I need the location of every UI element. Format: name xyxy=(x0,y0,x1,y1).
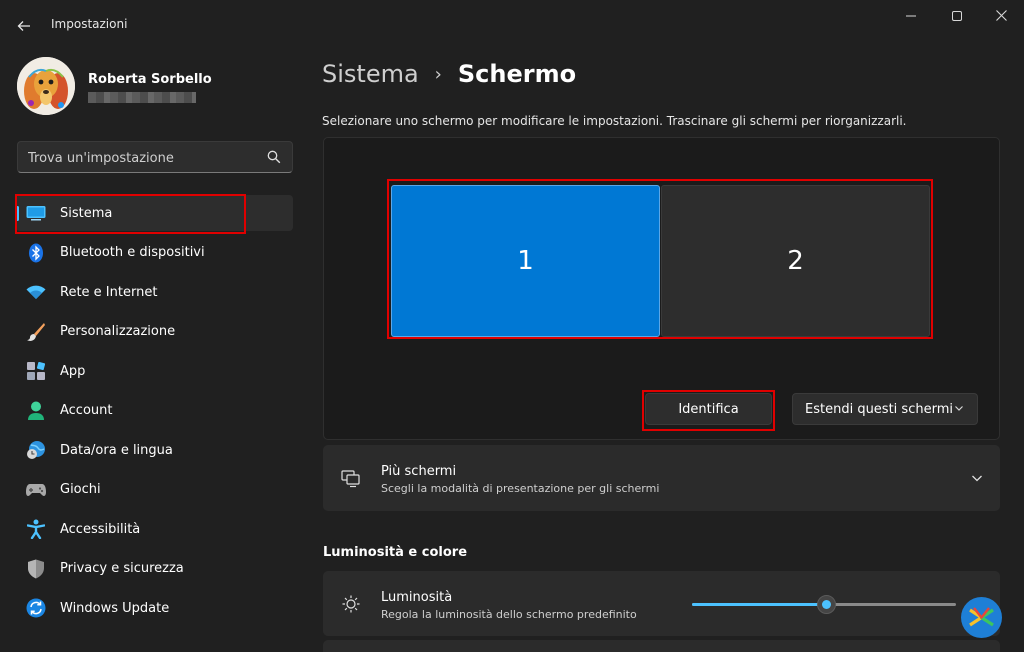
brightness-slider-thumb[interactable] xyxy=(817,595,836,614)
multi-display-subtitle: Scegli la modalità di presentazione per … xyxy=(381,482,660,495)
bluetooth-icon xyxy=(26,243,46,263)
sidebar-item-giochi[interactable]: Giochi xyxy=(16,472,293,508)
sidebar-item-personalizzazione[interactable]: Personalizzazione xyxy=(16,314,293,350)
sidebar-item-account[interactable]: Account xyxy=(16,393,293,429)
page-title: Schermo xyxy=(457,60,577,88)
display-mode-dropdown[interactable]: Estendi questi schermi xyxy=(792,393,978,425)
brightness-subtitle: Regola la luminosità dello schermo prede… xyxy=(381,608,637,621)
chevron-down-icon[interactable] xyxy=(970,471,984,485)
gamepad-icon xyxy=(26,480,46,500)
brightness-slider-fill xyxy=(692,603,827,606)
back-button[interactable] xyxy=(10,12,38,40)
sidebar-item-label: Personalizzazione xyxy=(60,324,176,339)
sidebar-item-label: Accessibilità xyxy=(60,521,141,537)
sidebar-item-label: App xyxy=(60,363,86,379)
shield-icon xyxy=(26,559,46,579)
sun-icon xyxy=(342,595,360,613)
sidebar-item-label: Windows Update xyxy=(60,600,170,616)
apps-icon xyxy=(26,361,46,381)
breadcrumb-separator: › xyxy=(434,63,442,85)
sidebar-nav: Sistema Bluetooth e dispositivi Rete e I… xyxy=(16,195,293,630)
display-mode-value: Estendi questi schermi xyxy=(805,401,953,417)
watermark-logo xyxy=(961,597,1002,638)
profile-email-redacted xyxy=(88,92,196,103)
monitor-2[interactable]: 2 xyxy=(661,185,930,337)
multiple-displays-icon xyxy=(341,470,360,488)
section-title-brightness-color: Luminosità e colore xyxy=(323,545,468,560)
sidebar-item-windows-update[interactable]: Windows Update xyxy=(16,590,293,626)
sidebar-item-label: Data/ora e lingua xyxy=(60,442,173,458)
logo-mark-icon xyxy=(969,607,994,627)
multi-display-card[interactable]: Più schermi Scegli la modalità di presen… xyxy=(323,445,1000,511)
sidebar-item-data-ora[interactable]: Data/ora e lingua xyxy=(16,432,293,468)
sidebar-item-bluetooth[interactable]: Bluetooth e dispositivi xyxy=(16,235,293,271)
next-setting-card xyxy=(323,640,1000,652)
brightness-slider[interactable] xyxy=(692,595,956,614)
sidebar-item-label: Privacy e sicurezza xyxy=(60,561,184,576)
maximize-button[interactable] xyxy=(937,6,977,30)
avatar-dog-icon xyxy=(17,57,75,115)
globe-clock-icon xyxy=(26,440,46,460)
monitor-1[interactable]: 1 xyxy=(391,185,660,337)
arrow-left-icon xyxy=(17,21,30,31)
sidebar-item-sistema[interactable]: Sistema xyxy=(16,195,293,231)
app-title: Impostazioni xyxy=(51,17,128,31)
sidebar-item-label: Giochi xyxy=(60,482,101,497)
sidebar-item-label: Sistema xyxy=(60,205,113,221)
sidebar-item-label: Rete e Internet xyxy=(60,284,158,300)
display-instruction: Selezionare uno schermo per modificare l… xyxy=(322,114,907,128)
avatar[interactable] xyxy=(17,57,75,115)
system-icon xyxy=(26,203,46,223)
breadcrumb-parent[interactable]: Sistema xyxy=(322,60,419,88)
search-icon[interactable] xyxy=(267,150,281,164)
search-input[interactable] xyxy=(28,148,258,168)
brightness-title: Luminosità xyxy=(381,590,453,605)
breadcrumb: Sistema › Schermo xyxy=(322,60,576,88)
title-bar: Impostazioni xyxy=(0,0,1024,48)
maximize-icon xyxy=(952,11,962,21)
sidebar-item-accessibilita[interactable]: Accessibilità xyxy=(16,511,293,547)
close-icon xyxy=(995,10,1007,21)
accessibility-icon xyxy=(26,519,46,539)
minimize-button[interactable] xyxy=(891,6,931,30)
multi-display-title: Più schermi xyxy=(381,464,457,479)
sidebar-item-rete[interactable]: Rete e Internet xyxy=(16,274,293,310)
chevron-down-icon xyxy=(955,406,963,411)
minimize-icon xyxy=(906,15,916,17)
monitor-number: 2 xyxy=(787,246,804,276)
sidebar-item-app[interactable]: App xyxy=(16,353,293,389)
brush-icon xyxy=(26,322,46,342)
sidebar-item-label: Bluetooth e dispositivi xyxy=(60,245,205,260)
account-icon xyxy=(26,401,46,421)
close-button[interactable] xyxy=(981,6,1021,30)
update-icon xyxy=(26,598,46,618)
wifi-icon xyxy=(26,282,46,302)
sidebar-item-label: Account xyxy=(60,403,113,418)
identify-button[interactable]: Identifica xyxy=(645,393,772,425)
monitor-number: 1 xyxy=(517,246,534,276)
search-box[interactable] xyxy=(17,141,293,173)
sidebar-item-privacy[interactable]: Privacy e sicurezza xyxy=(16,551,293,587)
profile-name: Roberta Sorbello xyxy=(88,72,212,87)
